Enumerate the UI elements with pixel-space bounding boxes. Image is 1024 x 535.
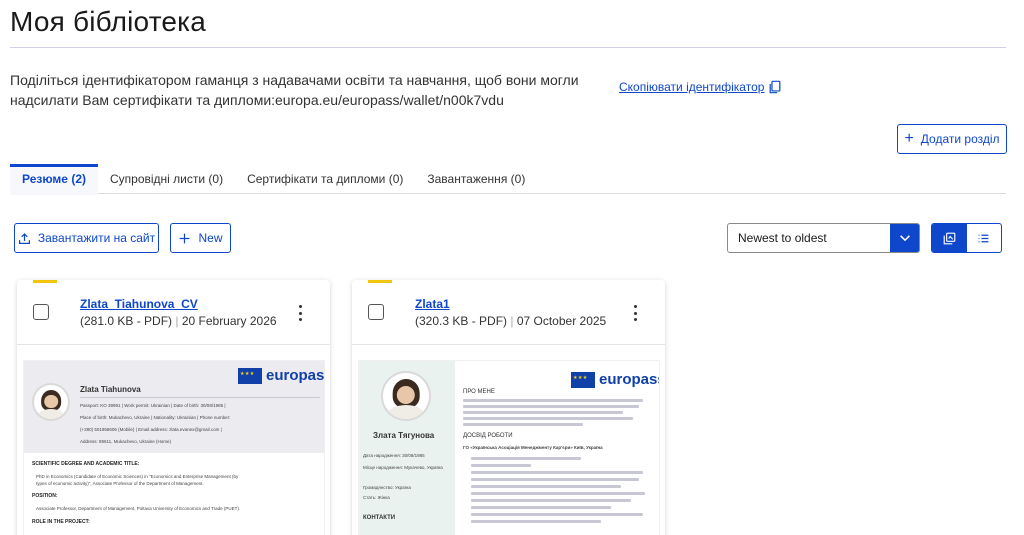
document-meta: (320.3 KB - PDF) | 07 October 2025 xyxy=(415,314,606,328)
preview-line: Associate Professor, Department of Manag… xyxy=(36,506,241,511)
tab-resume[interactable]: Резюме (2) xyxy=(10,164,98,195)
preview-line: Address: 89611, Mukachevo, Ukraine (Home… xyxy=(80,439,171,444)
preview-text-block xyxy=(471,513,643,516)
upload-label: Завантажити на сайт xyxy=(37,231,156,245)
preview-line: ГО «Українська Асоціація Менеджменту Кар… xyxy=(463,445,603,450)
preview-line: Громадянство: Україна xyxy=(363,485,411,490)
document-preview[interactable]: europass Zlata Tiahunova Passport: KO 39… xyxy=(23,360,325,535)
preview-section-heading: POSITION: xyxy=(32,493,58,499)
document-card: Zlata_Tiahunova_CV (281.0 KB - PDF) | 20… xyxy=(17,280,330,535)
tab-cover-letters[interactable]: Супровідні листи (0) xyxy=(98,164,235,194)
document-size: (281.0 KB - PDF) xyxy=(80,314,173,328)
card-divider xyxy=(352,344,665,345)
card-accent xyxy=(33,280,57,283)
eu-flag-icon xyxy=(571,371,595,388)
plus-icon xyxy=(180,233,190,243)
preview-experience-heading: ДОСВІД РОБОТИ xyxy=(463,433,513,439)
europass-wordmark: europass xyxy=(266,367,325,384)
preview-text-block xyxy=(463,411,623,414)
copy-icon xyxy=(769,80,781,94)
preview-text-block xyxy=(463,423,583,426)
card-divider xyxy=(17,344,330,345)
tab-downloads[interactable]: Завантаження (0) xyxy=(415,164,537,194)
more-options-icon[interactable] xyxy=(293,304,307,322)
profile-photo xyxy=(32,383,70,421)
upload-button[interactable]: Завантажити на сайт xyxy=(14,223,159,253)
document-name-link[interactable]: Zlata1 xyxy=(415,297,450,311)
preview-text-block xyxy=(463,417,633,420)
preview-line: Passport: KO 39991 | Work permit: Ukrain… xyxy=(80,403,226,408)
preview-line: Місце народження: Мукачево, Україна xyxy=(363,465,443,470)
grid-view-icon xyxy=(943,232,956,244)
title-divider xyxy=(10,47,1006,48)
preview-person-name: Zlata Tiahunova xyxy=(80,385,141,394)
preview-text-block xyxy=(471,478,639,481)
document-meta: (281.0 KB - PDF) | 20 February 2026 xyxy=(80,314,277,328)
new-button[interactable]: New xyxy=(170,223,231,253)
europass-logo: europass xyxy=(238,367,325,384)
upload-icon xyxy=(18,232,30,244)
preview-text-block xyxy=(471,464,531,467)
preview-line: (+380) 501958606 (Mobile) | Email addres… xyxy=(80,427,222,432)
more-options-icon[interactable] xyxy=(628,304,642,322)
card-accent xyxy=(368,280,392,283)
preview-line: Стать: Жінка xyxy=(363,495,390,500)
library-tabs: Резюме (2) Супровідні листи (0) Сертифік… xyxy=(10,164,1006,195)
preview-person-name: Злата Тягунова xyxy=(373,431,435,440)
document-card: Zlata1 (320.3 KB - PDF) | 07 October 202… xyxy=(352,280,665,535)
add-section-button[interactable]: + Додати розділ xyxy=(897,124,1007,154)
add-section-label: Додати розділ xyxy=(920,132,1000,146)
document-date: 20 February 2026 xyxy=(181,314,277,328)
preview-section-heading: ROLE IN THE PROJECT: xyxy=(32,519,90,525)
preview-line: types of economic activity)", Associate … xyxy=(36,481,204,486)
europass-logo: europass xyxy=(571,371,660,388)
preview-rule xyxy=(80,397,320,398)
preview-text-block xyxy=(471,485,621,488)
grid-view-button[interactable] xyxy=(932,224,967,252)
preview-text-block xyxy=(471,457,581,460)
select-checkbox[interactable] xyxy=(33,304,49,320)
plus-icon: + xyxy=(904,130,914,147)
preview-text-block xyxy=(471,506,611,509)
select-checkbox[interactable] xyxy=(368,304,384,320)
europass-wordmark: europass xyxy=(599,371,660,388)
sort-value: Newest to oldest xyxy=(738,231,827,245)
document-date: 07 October 2025 xyxy=(516,314,607,328)
preview-line: PhD in Economics (Candidate of Economic … xyxy=(36,474,239,479)
preview-text-block xyxy=(471,492,645,495)
preview-section-heading: SCIENTIFIC DEGREE AND ACADEMIC TITLE: xyxy=(32,461,140,467)
sort-dropdown-button[interactable] xyxy=(890,224,919,252)
page-title: Моя бібліотека xyxy=(10,6,207,37)
tab-certificates[interactable]: Сертифікати та дипломи (0) xyxy=(235,164,415,194)
document-preview[interactable]: Злата Тягунова Дата народження: 30/08/19… xyxy=(358,360,660,535)
new-label: New xyxy=(198,231,223,245)
eu-flag-icon xyxy=(238,367,262,384)
preview-line: Дата народження: 30/08/1985 xyxy=(363,453,425,458)
profile-photo xyxy=(381,371,431,421)
copy-id-link[interactable]: Скопіювати ідентифікатор xyxy=(619,80,782,94)
preview-text-block xyxy=(471,520,601,523)
preview-text-block xyxy=(463,399,643,402)
document-name-link[interactable]: Zlata_Tiahunova_CV xyxy=(80,297,198,311)
preview-text-block xyxy=(463,405,639,408)
preview-text-block xyxy=(471,471,643,474)
copy-id-label: Скопіювати ідентифікатор xyxy=(619,80,765,94)
view-toggle xyxy=(931,223,1002,253)
preview-contacts-heading: КОНТАКТИ xyxy=(363,515,396,521)
list-view-button[interactable] xyxy=(967,224,1002,252)
chevron-down-icon xyxy=(899,235,910,242)
wallet-share-text: Поділіться ідентифікатором гаманця з над… xyxy=(10,72,579,108)
sort-select[interactable]: Newest to oldest xyxy=(727,223,920,253)
preview-line: Place of birth: Mukachevo, Ukraine | Nat… xyxy=(80,415,231,420)
preview-text-block xyxy=(471,499,631,502)
document-size: (320.3 KB - PDF) xyxy=(415,314,508,328)
list-view-icon xyxy=(978,234,989,242)
preview-about-heading: ПРО МЕНЕ xyxy=(463,389,495,395)
